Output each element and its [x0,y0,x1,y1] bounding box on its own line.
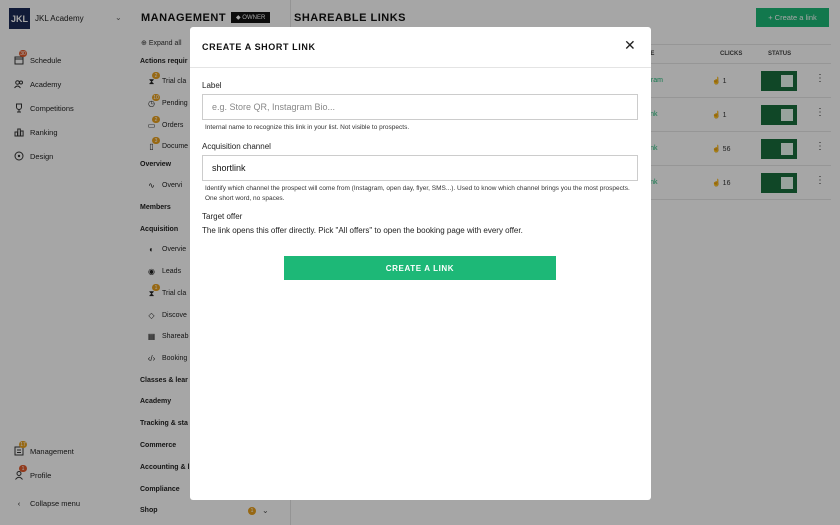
acquisition-channel-input[interactable] [202,155,638,181]
create-short-link-dialog: CREATE A SHORT LINK ✕ Label Internal nam… [190,27,651,500]
dialog-divider [190,67,651,68]
label-field-label: Label [202,81,222,90]
label-input[interactable] [202,94,638,120]
channel-field-label: Acquisition channel [202,142,271,151]
target-offer-label: Target offer [202,212,243,221]
label-help-text: Internal name to recognize this link in … [205,124,410,131]
channel-help-text: Identify which channel the prospect will… [205,185,630,202]
target-offer-description: The link opens this offer directly. Pick… [202,226,523,235]
close-icon[interactable]: ✕ [624,38,636,52]
dialog-title: CREATE A SHORT LINK [202,42,316,52]
create-link-submit-button[interactable]: CREATE A LINK [284,256,556,280]
